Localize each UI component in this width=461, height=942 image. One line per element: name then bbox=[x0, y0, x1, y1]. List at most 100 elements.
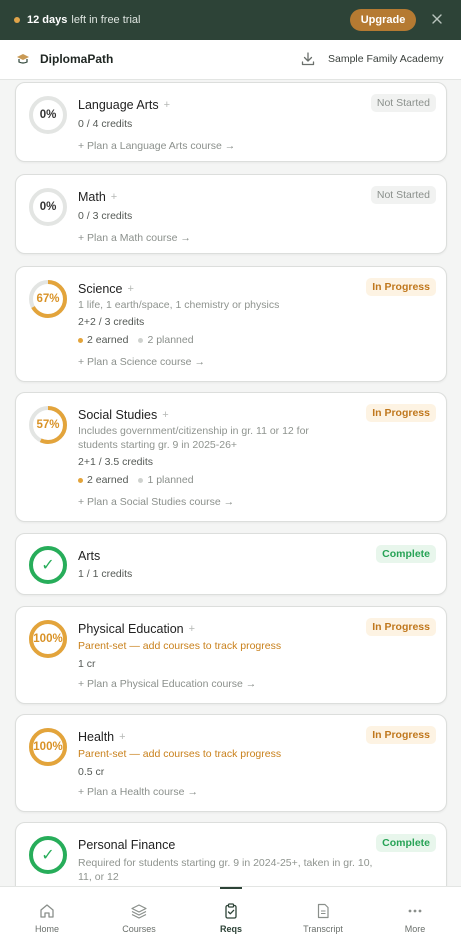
nav-courses[interactable]: Courses bbox=[113, 887, 165, 942]
requirement-card-math[interactable]: 0% Math + Not Started 0 / 3 credits + Pla… bbox=[15, 174, 447, 254]
nav-more[interactable]: More bbox=[390, 887, 440, 942]
plan-course-link[interactable]: + Plan a Social Studies course → bbox=[78, 496, 234, 508]
plus-icon: + bbox=[127, 283, 134, 295]
plan-course-link[interactable]: + Plan a Science course → bbox=[78, 356, 205, 368]
nav-label: Transcript bbox=[303, 924, 343, 934]
progress-percent: 100% bbox=[33, 741, 63, 753]
progress-percent: 57% bbox=[36, 419, 60, 431]
progress-ring: 100% bbox=[28, 619, 68, 659]
progress-percent: 100% bbox=[33, 633, 63, 645]
requirement-title: Health + bbox=[78, 730, 126, 744]
requirement-note: Required for students starting gr. 9 in … bbox=[78, 857, 373, 883]
requirement-card-social-studies[interactable]: 57% Social Studies + In Progress Includes… bbox=[15, 392, 447, 522]
requirement-note: Includes government/citizenship in gr. 1… bbox=[78, 425, 309, 451]
credits-text: 0 / 3 credits bbox=[78, 210, 133, 222]
status-badge: Complete bbox=[376, 545, 436, 563]
nav-home[interactable]: Home bbox=[22, 887, 72, 942]
earned-dot bbox=[78, 477, 83, 483]
status-badge: In Progress bbox=[366, 726, 436, 744]
trial-banner: 12 days left in free trial Upgrade bbox=[0, 0, 461, 40]
plus-icon: + bbox=[163, 99, 171, 111]
nav-reqs[interactable]: Reqs bbox=[206, 887, 256, 942]
requirement-title: Social Studies + bbox=[78, 408, 169, 422]
status-badge: Complete bbox=[376, 834, 436, 852]
credits-text: 0.5 cr bbox=[78, 766, 105, 778]
plan-course-link[interactable]: + Plan a Physical Education course → bbox=[78, 678, 256, 690]
planned-dot bbox=[138, 477, 144, 483]
credits-text: 2+1 / 3.5 credits bbox=[78, 456, 154, 468]
nav-label: Courses bbox=[122, 924, 156, 934]
org-switcher[interactable]: Sample Family Academy bbox=[328, 53, 444, 65]
home-icon bbox=[40, 904, 54, 918]
progress-percent: 0% bbox=[39, 201, 57, 213]
trial-text: left in free trial bbox=[71, 14, 141, 26]
requirements-list[interactable]: 0% Language Arts + Not Started 0 / 4 cred… bbox=[0, 80, 461, 886]
credit-legend: 2 earned 2 planned bbox=[78, 334, 194, 346]
earned-text: 2 earned bbox=[87, 334, 129, 346]
credits-text: 1 cr bbox=[78, 658, 96, 670]
plan-course-link[interactable]: + Plan a Language Arts course → bbox=[78, 140, 235, 152]
download-icon[interactable] bbox=[300, 51, 316, 67]
requirement-title: Language Arts + bbox=[78, 98, 171, 112]
earned-dot bbox=[78, 337, 83, 343]
app-header: DiplomaPath Sample Family Academy bbox=[0, 40, 461, 80]
requirement-card-science[interactable]: 67% Science + In Progress 1 life, 1 earth… bbox=[15, 266, 447, 382]
requirement-title: Math + bbox=[78, 190, 118, 204]
progress-ring: ✓ bbox=[28, 545, 68, 585]
plan-course-link[interactable]: + Plan a Health course → bbox=[78, 786, 198, 798]
requirement-card-health[interactable]: 100% Health + In Progress Parent-set — ad… bbox=[15, 714, 447, 812]
nav-label: Reqs bbox=[219, 924, 242, 934]
requirement-card-personal-finance[interactable]: ✓ Personal Finance Complete Required for… bbox=[15, 822, 447, 886]
progress-percent: 67% bbox=[36, 293, 60, 305]
status-badge: Not Started bbox=[370, 94, 436, 112]
status-badge: In Progress bbox=[366, 404, 436, 422]
status-badge: In Progress bbox=[366, 618, 436, 636]
layers-icon bbox=[131, 904, 147, 919]
requirement-title: Arts bbox=[78, 549, 101, 563]
logo-icon[interactable] bbox=[15, 52, 31, 66]
status-badge: Not Started bbox=[370, 186, 436, 204]
trial-dot bbox=[14, 17, 20, 23]
trial-days: 12 days bbox=[27, 14, 68, 26]
status-badge: In Progress bbox=[366, 278, 436, 296]
progress-ring: 0% bbox=[28, 95, 68, 135]
check-icon: ✓ bbox=[41, 557, 55, 574]
credits-text: 2+2 / 3 credits bbox=[78, 316, 145, 328]
requirement-title: Science + bbox=[78, 282, 134, 296]
bottom-nav: Home Courses Reqs Transcript More bbox=[0, 886, 461, 942]
requirement-note: Parent-set — add courses to track progre… bbox=[78, 640, 282, 652]
planned-text: 1 planned bbox=[147, 474, 194, 486]
planned-dot bbox=[138, 337, 144, 343]
close-icon[interactable] bbox=[430, 12, 444, 26]
progress-ring: 0% bbox=[28, 187, 68, 227]
clipboard-check-icon bbox=[225, 903, 237, 919]
requirement-title: Physical Education + bbox=[78, 622, 196, 636]
app-name[interactable]: DiplomaPath bbox=[40, 52, 113, 66]
plus-icon: + bbox=[162, 409, 169, 421]
requirement-card-physical-education[interactable]: 100% Physical Education + In Progress Par… bbox=[15, 606, 447, 704]
plus-icon: + bbox=[110, 191, 118, 203]
document-icon bbox=[317, 903, 329, 919]
nav-label: More bbox=[404, 924, 426, 934]
plan-course-link[interactable]: + Plan a Math course → bbox=[78, 232, 191, 244]
requirement-title: Personal Finance bbox=[78, 838, 176, 852]
nav-transcript[interactable]: Transcript bbox=[296, 887, 350, 942]
credit-legend: 2 earned 1 planned bbox=[78, 474, 194, 486]
more-dots-icon bbox=[408, 909, 422, 913]
progress-percent: 0% bbox=[39, 109, 57, 121]
check-icon: ✓ bbox=[41, 847, 55, 864]
plus-icon: + bbox=[188, 623, 196, 635]
requirement-card-arts[interactable]: ✓ Arts Complete 1 / 1 credits bbox=[15, 533, 447, 595]
progress-ring: 57% bbox=[28, 405, 68, 445]
planned-text: 2 planned bbox=[147, 334, 194, 346]
requirement-card-language-arts[interactable]: 0% Language Arts + Not Started 0 / 4 cred… bbox=[15, 82, 447, 162]
progress-ring: ✓ bbox=[28, 835, 68, 875]
credits-text: 1 / 1 credits bbox=[78, 568, 133, 580]
nav-label: Home bbox=[34, 924, 59, 934]
plus-icon: + bbox=[119, 731, 126, 743]
progress-ring: 100% bbox=[28, 727, 68, 767]
upgrade-button[interactable]: Upgrade bbox=[350, 9, 416, 31]
progress-ring: 67% bbox=[28, 279, 68, 319]
requirement-note: Parent-set — add courses to track progre… bbox=[78, 748, 282, 760]
requirement-note: 1 life, 1 earth/space, 1 chemistry or ph… bbox=[78, 299, 280, 311]
